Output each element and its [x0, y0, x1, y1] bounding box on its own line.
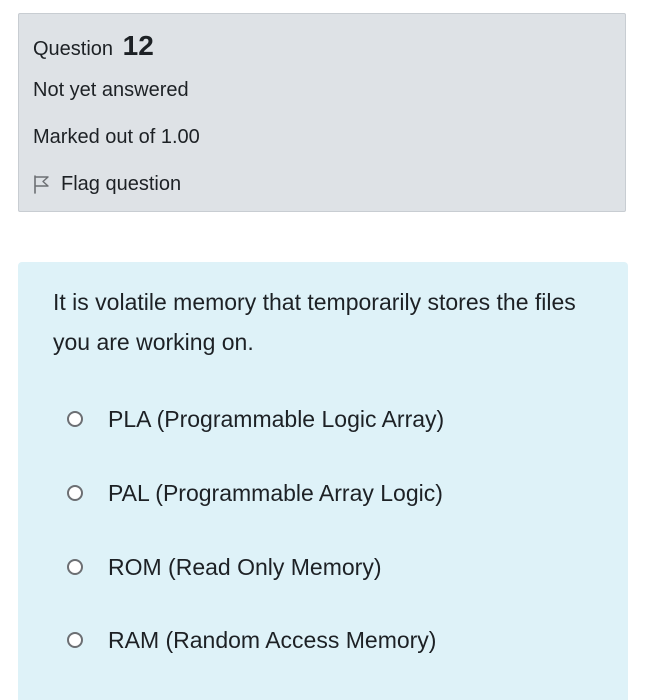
flag-question-label: Flag question — [61, 173, 182, 195]
radio-button[interactable] — [67, 485, 83, 501]
radio-button[interactable] — [67, 411, 83, 427]
question-info-panel: Question 12 Not yet answered Marked out … — [18, 13, 626, 212]
answer-option-pla[interactable]: PLA (Programmable Logic Array) — [67, 403, 444, 435]
answer-option-label: ROM (Read Only Memory) — [108, 554, 382, 580]
question-text: It is volatile memory that temporarily s… — [53, 289, 576, 355]
question-heading: Question 12 — [33, 28, 154, 67]
question-state: Not yet answered — [33, 79, 189, 101]
flag-icon — [33, 174, 51, 194]
question-content-panel: It is volatile memory that temporarily s… — [18, 262, 628, 700]
answer-option-pal[interactable]: PAL (Programmable Array Logic) — [67, 477, 443, 509]
question-grade: Marked out of 1.00 — [33, 126, 200, 148]
question-number: 12 — [122, 30, 154, 61]
answer-option-ram[interactable]: RAM (Random Access Memory) — [67, 624, 436, 656]
answer-option-label: RAM (Random Access Memory) — [108, 627, 437, 653]
answer-option-label: PLA (Programmable Logic Array) — [108, 406, 445, 432]
answer-option-rom[interactable]: ROM (Read Only Memory) — [67, 551, 381, 583]
question-label: Question — [33, 38, 114, 60]
radio-button[interactable] — [67, 559, 83, 575]
answer-option-label: PAL (Programmable Array Logic) — [108, 480, 443, 506]
radio-button[interactable] — [67, 632, 83, 648]
flag-question-link[interactable]: Flag question — [33, 170, 181, 198]
